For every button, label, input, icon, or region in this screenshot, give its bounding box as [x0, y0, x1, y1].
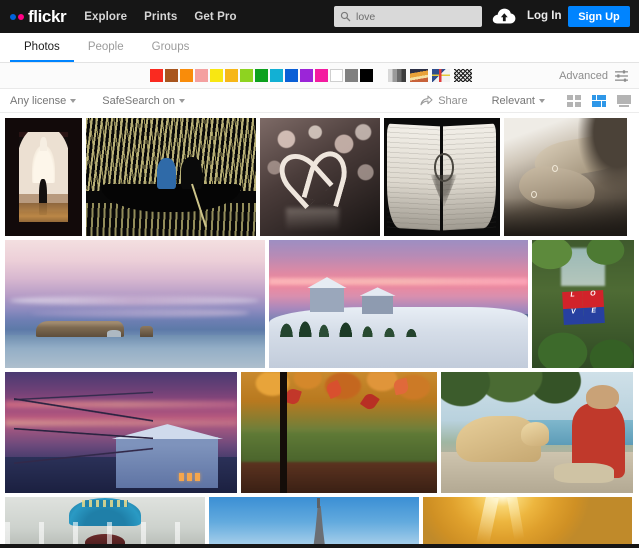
photo-results-grid: LOVE: [0, 113, 639, 548]
advanced-label: Advanced: [559, 69, 608, 82]
share-label: Share: [438, 94, 468, 107]
chevron-down-icon: [70, 98, 77, 103]
photo-row: LOVE: [5, 240, 634, 368]
photo-row: [5, 497, 634, 548]
tab-photos[interactable]: Photos: [10, 41, 74, 62]
photo-couple-in-rowboat[interactable]: [86, 118, 256, 236]
search-input-value: love: [356, 10, 376, 23]
search-icon: [340, 11, 351, 22]
photo-eiffel-tower[interactable]: [209, 497, 419, 548]
color-swatch-white[interactable]: [330, 69, 343, 82]
license-filter-label: Any license: [10, 94, 67, 107]
filter-bar-right-controls: Share Relevant: [420, 94, 631, 107]
color-swatch-purple[interactable]: [300, 69, 313, 82]
photo-row: [5, 372, 634, 493]
color-grid-pattern-icon[interactable]: [432, 69, 450, 82]
photo-row: [5, 118, 634, 236]
result-type-tabs: Photos People Groups: [0, 33, 639, 63]
photo-love-sculpture[interactable]: LOVE: [532, 240, 634, 368]
color-filter-bar: Advanced: [0, 63, 639, 89]
justified-view-icon[interactable]: [592, 94, 606, 107]
tab-groups[interactable]: Groups: [138, 41, 204, 62]
flickr-logo-dots-icon: [10, 13, 24, 20]
color-swatch-blue[interactable]: [285, 69, 298, 82]
login-link[interactable]: Log In: [527, 10, 562, 22]
photo-taj-mahal-archway[interactable]: [5, 118, 82, 236]
primary-nav: Explore Prints Get Pro: [84, 11, 236, 23]
nav-get-pro[interactable]: Get Pro: [194, 11, 236, 23]
color-swatch-black[interactable]: [360, 69, 373, 82]
color-swatch-magenta[interactable]: [315, 69, 328, 82]
color-swatch-pink[interactable]: [195, 69, 208, 82]
page-bottom-strip: [0, 544, 639, 548]
chevron-down-icon: [179, 98, 186, 103]
warm-tone-pattern-icon[interactable]: [410, 69, 428, 82]
photo-sepia-hands-rings[interactable]: [504, 118, 627, 236]
color-swatch-lime[interactable]: [240, 69, 253, 82]
color-swatch-brown[interactable]: [165, 69, 178, 82]
flickr-logo[interactable]: flickr: [10, 7, 67, 26]
flickr-wordmark: flickr: [28, 7, 67, 26]
photo-ring-on-book[interactable]: [384, 118, 500, 236]
color-swatch-green[interactable]: [255, 69, 268, 82]
upload-button[interactable]: [491, 7, 517, 26]
tab-people[interactable]: People: [74, 41, 138, 62]
license-filter-dropdown[interactable]: Any license: [10, 94, 77, 107]
pattern-filter-list: [388, 69, 472, 82]
photo-house-winter-twilight[interactable]: [5, 372, 237, 493]
color-swatch-yellow[interactable]: [210, 69, 223, 82]
color-swatch-gray[interactable]: [345, 69, 358, 82]
search-input[interactable]: love: [334, 6, 482, 27]
grayscale-pattern-icon[interactable]: [388, 69, 406, 82]
nav-prints[interactable]: Prints: [144, 11, 177, 23]
share-arrow-icon: [420, 95, 433, 106]
slideshow-view-icon[interactable]: [617, 94, 631, 107]
cloud-upload-icon: [492, 8, 516, 24]
photo-paper-heart-bokeh[interactable]: [260, 118, 380, 236]
love-sculpture-letters: LOVE: [561, 290, 605, 326]
grid-view-icon[interactable]: [567, 94, 581, 107]
black-and-white-noise-pattern-icon[interactable]: [454, 69, 472, 82]
top-navigation-bar: flickr Explore Prints Get Pro love Log I…: [0, 0, 639, 33]
photo-boy-and-dog[interactable]: [441, 372, 633, 493]
view-mode-switcher: [567, 94, 631, 107]
advanced-search-button[interactable]: Advanced: [559, 70, 629, 82]
color-swatch-gold[interactable]: [225, 69, 238, 82]
sort-dropdown[interactable]: Relevant: [492, 95, 545, 107]
search-filter-bar: Any license SafeSearch on Share Relevant: [0, 89, 639, 113]
signup-button[interactable]: Sign Up: [568, 6, 630, 27]
color-swatch-red[interactable]: [150, 69, 163, 82]
photo-golden-sunset[interactable]: [423, 497, 632, 548]
chevron-down-icon: [539, 98, 545, 103]
photo-snowy-coast-sunset[interactable]: [268, 240, 529, 368]
color-swatch-list: [150, 69, 373, 82]
photo-church-interior[interactable]: [5, 497, 205, 548]
color-swatch-cyan[interactable]: [270, 69, 283, 82]
photo-autumn-maple-leaves[interactable]: [241, 372, 437, 493]
safesearch-filter-dropdown[interactable]: SafeSearch on: [102, 94, 186, 107]
color-swatch-orange[interactable]: [180, 69, 193, 82]
safesearch-filter-label: SafeSearch on: [102, 94, 176, 107]
share-button[interactable]: Share: [420, 94, 468, 107]
nav-explore[interactable]: Explore: [84, 11, 127, 23]
sort-label: Relevant: [491, 94, 535, 107]
photo-perce-rock-twilight[interactable]: [5, 240, 265, 368]
sliders-icon: [615, 69, 628, 82]
